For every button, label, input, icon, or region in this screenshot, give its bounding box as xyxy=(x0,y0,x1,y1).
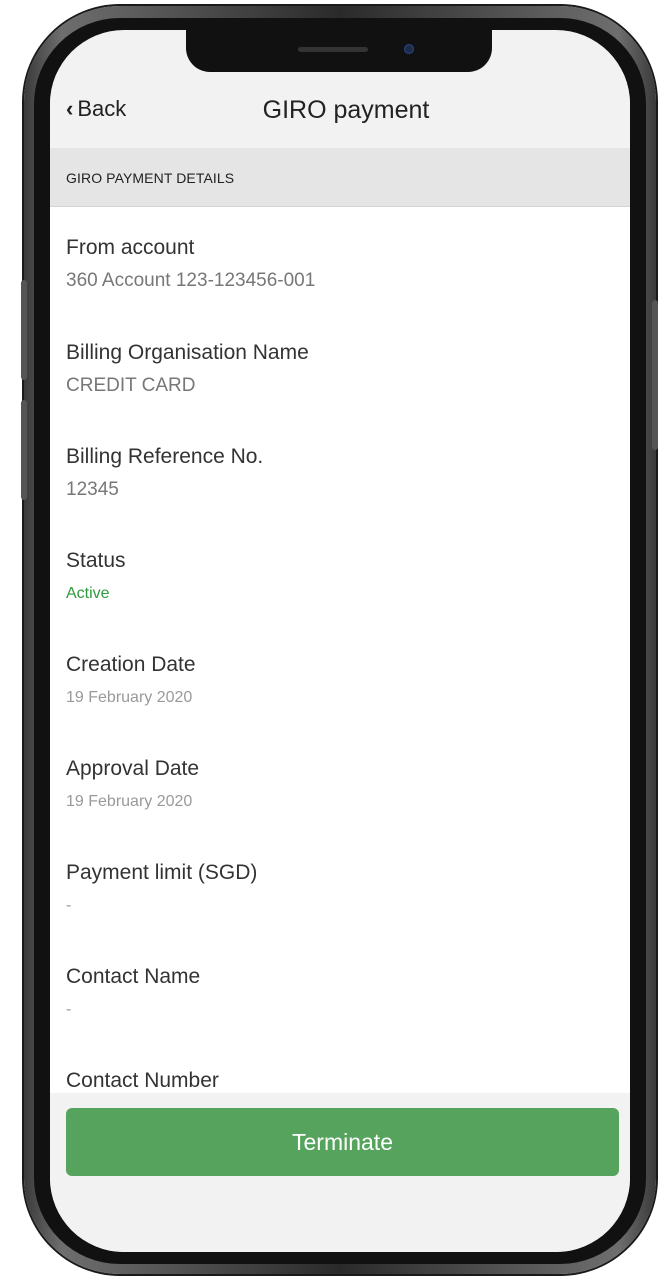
screen: ‹ Back GIRO payment GIRO PAYMENT DETAILS… xyxy=(50,30,630,1252)
field-label: Billing Organisation Name xyxy=(66,341,309,364)
side-button-right xyxy=(652,300,658,450)
field-value: CREDIT CARD xyxy=(66,375,196,396)
field-creation-date: Creation Date 19 February 2020 xyxy=(66,652,196,710)
field-value: - xyxy=(66,897,72,914)
notch xyxy=(186,30,492,72)
field-billing-reference: Billing Reference No. 12345 xyxy=(66,444,263,502)
field-label: Billing Reference No. xyxy=(66,445,264,468)
field-label: Payment limit (SGD) xyxy=(66,861,258,884)
field-payment-limit: Payment limit (SGD) - xyxy=(66,860,257,918)
field-value: 19 February 2020 xyxy=(66,793,193,810)
field-value: 12345 xyxy=(66,479,119,500)
field-label: Approval Date xyxy=(66,757,200,780)
field-approval-date: Approval Date 19 February 2020 xyxy=(66,756,199,814)
details-list: From account 360 Account 123-123456-001 … xyxy=(50,207,630,1122)
side-button-left-2 xyxy=(21,400,27,500)
side-button-left-1 xyxy=(21,280,27,380)
field-billing-organisation: Billing Organisation Name CREDIT CARD xyxy=(66,340,309,398)
field-label: Status xyxy=(66,549,126,572)
section-header: GIRO PAYMENT DETAILS xyxy=(50,148,630,207)
field-from-account: From account 360 Account 123-123456-001 xyxy=(66,235,315,293)
nav-bar: ‹ Back GIRO payment xyxy=(50,72,630,149)
section-header-label: GIRO PAYMENT DETAILS xyxy=(66,170,235,186)
status-value: Active xyxy=(66,585,110,602)
page-title: GIRO payment xyxy=(262,96,430,124)
terminate-button[interactable]: Terminate xyxy=(66,1108,619,1176)
field-label: Contact Number xyxy=(66,1069,219,1092)
footer-bar: Terminate xyxy=(50,1093,630,1252)
field-value: - xyxy=(66,1001,72,1018)
camera-icon xyxy=(404,44,414,54)
field-value: 360 Account 123-123456-001 xyxy=(66,270,316,291)
field-contact-name: Contact Name - xyxy=(66,964,200,1022)
field-label: From account xyxy=(66,236,195,259)
field-value: 19 February 2020 xyxy=(66,689,193,706)
field-status: Status Active xyxy=(66,548,126,606)
field-label: Creation Date xyxy=(66,653,196,676)
field-label: Contact Name xyxy=(66,965,201,988)
speaker-grille xyxy=(298,47,368,52)
